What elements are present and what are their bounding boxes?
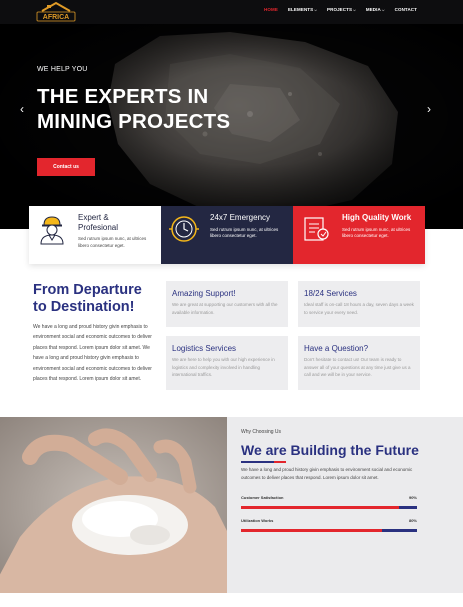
service-title: Amazing Support!	[172, 289, 236, 298]
hero-title: THE EXPERTS IN MINING PROJECTS	[37, 85, 231, 133]
hand-powder-image	[0, 417, 227, 593]
feature-text: Sed rutrum ipsum nunc, at ultrices liber…	[210, 226, 279, 239]
clock-icon	[169, 216, 199, 242]
feature-title: 24x7 Emergency	[210, 213, 271, 222]
service-text: Don't hesitate to contact us! Our team i…	[304, 357, 411, 377]
feature-text: Sed rutrum ipsum nunc, at ultrices liber…	[78, 236, 147, 248]
service-card-logistics: Logistics Services We are here to help y…	[166, 336, 288, 390]
about-text: We have a long and proud history givin e…	[33, 324, 152, 383]
quality-icon	[304, 217, 329, 241]
feature-text: Sed rutrum ipsum nunc, at ultrices liber…	[342, 226, 411, 239]
feature-title: High Quality Work	[342, 213, 412, 222]
service-card-hours: 18/24 Services Ideal staff is on-call 18…	[298, 281, 420, 327]
title-underline	[241, 461, 286, 463]
page-footer-strip	[0, 593, 463, 607]
skill-percent: 90%	[408, 495, 417, 500]
contact-us-button[interactable]: Contact us	[37, 158, 95, 176]
why-choose-us-section: Why Choosing Us We are Building the Futu…	[0, 417, 463, 593]
skill-percent: 80%	[408, 518, 417, 523]
top-navbar: AFRICA HOME ELEMENTS ⌵ PROJECTS ⌵ MEDIA ⌵ C…	[0, 0, 463, 24]
service-card-question: Have a Question? Don't hesitate to conta…	[298, 336, 420, 390]
service-text: We are great at supporting our customers…	[172, 302, 278, 315]
feature-card-expert: Expert & Profesional Sed rutrum ipsum nu…	[29, 206, 161, 264]
chevron-right-icon[interactable]: ›	[427, 103, 431, 115]
service-title: Logistics Services	[172, 344, 237, 353]
chevron-down-icon: ⌵	[353, 7, 356, 12]
service-title: Have a Question?	[304, 344, 369, 353]
about-title: From Departure to Destination!	[33, 282, 142, 315]
logo[interactable]: AFRICA	[34, 1, 78, 22]
progress-track	[241, 529, 417, 532]
service-card-support: Amazing Support! We are great at support…	[166, 281, 288, 327]
skill-label: Customer Satisfaction	[241, 495, 284, 500]
skill-label: Utilization Works	[241, 518, 274, 523]
skill-bar-utilization-works: Utilization Works 80%	[241, 518, 417, 532]
feature-title: Expert & Profesional	[78, 213, 119, 232]
progress-track	[241, 506, 417, 509]
nav-projects[interactable]: PROJECTS ⌵	[327, 7, 356, 12]
service-title: 18/24 Services	[304, 289, 357, 298]
why-text: We have a long and proud history givin e…	[241, 467, 413, 480]
skill-bar-customer-satisfaction: Customer Satisfaction 90%	[241, 495, 417, 509]
feature-cards: Expert & Profesional Sed rutrum ipsum nu…	[29, 206, 425, 264]
nav-elements[interactable]: ELEMENTS ⌵	[288, 7, 317, 12]
nav-home[interactable]: HOME	[264, 7, 278, 12]
why-eyebrow: Why Choosing Us	[241, 429, 282, 435]
worker-icon	[40, 216, 64, 245]
main-menu: HOME ELEMENTS ⌵ PROJECTS ⌵ MEDIA ⌵ CONTACT	[264, 7, 417, 12]
chevron-left-icon[interactable]: ‹	[20, 103, 24, 115]
chevron-down-icon: ⌵	[314, 7, 318, 12]
hero-eyebrow: WE HELP YOU	[37, 66, 88, 73]
nav-media[interactable]: MEDIA ⌵	[366, 7, 385, 12]
feature-card-quality: High Quality Work Sed rutrum ipsum nunc,…	[293, 206, 425, 264]
service-text: We are here to help you with our high ex…	[172, 357, 275, 377]
hero-slider: WE HELP YOU THE EXPERTS IN MINING PROJEC…	[0, 24, 463, 229]
service-text: Ideal staff is on-call 18 hours a day, s…	[304, 302, 414, 315]
progress-fill	[241, 506, 400, 509]
progress-fill	[241, 529, 382, 532]
nav-contact[interactable]: CONTACT	[395, 7, 417, 12]
chevron-down-icon: ⌵	[381, 7, 385, 12]
svg-text:AFRICA: AFRICA	[43, 14, 69, 21]
why-title: We are Building the Future	[241, 442, 419, 458]
feature-card-emergency: 24x7 Emergency Sed rutrum ipsum nunc, at…	[161, 206, 293, 264]
